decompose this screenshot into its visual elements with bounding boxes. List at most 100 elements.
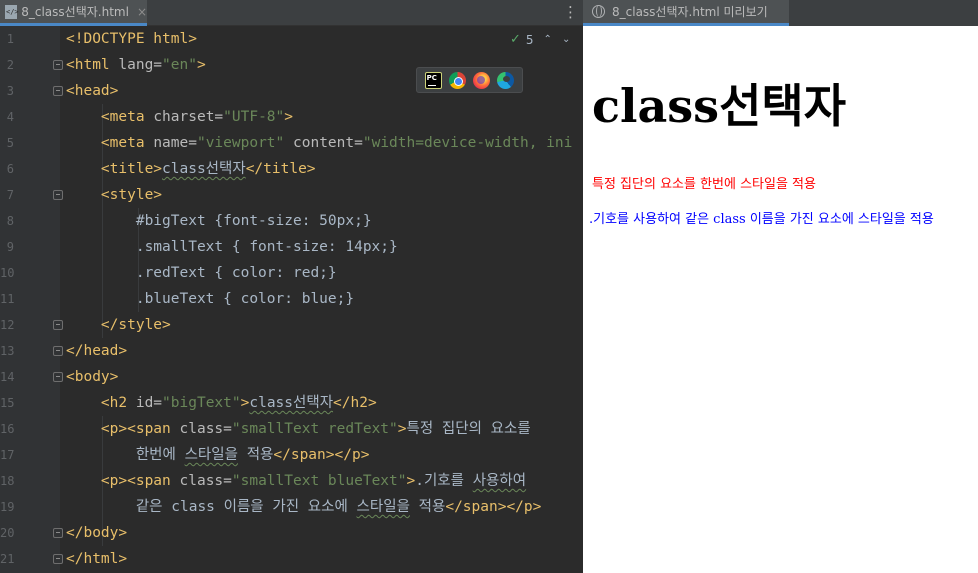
line-number: 8	[6, 214, 14, 228]
html-file-icon: </>	[5, 4, 19, 19]
code-editor-pane: </> 8_class선택자.html × ⋮ 1 2 3 4 5 6 7 8 …	[0, 0, 583, 573]
code-token: "smallText blueText"	[231, 473, 407, 489]
preview-red-text: 특정 집단의 요소를 한번에 스타일을 적용	[592, 177, 816, 192]
code-token: 적용	[237, 447, 274, 463]
code-line: <head>	[66, 78, 118, 104]
line-number: 16	[0, 422, 15, 436]
code-token: <h2	[100, 395, 136, 411]
code-token: lang=	[118, 57, 163, 73]
line-number: 1	[6, 32, 14, 46]
code-token: <!DOCTYPE html>	[66, 31, 197, 47]
line-number: 12	[0, 318, 15, 332]
code-token: "bigText"	[162, 395, 241, 411]
code-token: content=	[284, 135, 363, 151]
chevron-down-icon[interactable]: ⌄	[562, 34, 570, 45]
code-token: <head>	[66, 83, 119, 99]
line-number: 2	[6, 58, 14, 72]
chevron-up-icon[interactable]: ⌃	[544, 34, 552, 45]
code-line: </body>	[66, 520, 127, 546]
code-token: "en"	[162, 57, 197, 73]
code-line: .smallText { font-size: 14px;}	[66, 234, 398, 260]
code-line: <h2 id="bigText">class선택자</h2>	[66, 390, 377, 416]
inspection-count: 5	[525, 32, 534, 47]
line-number: 7	[6, 188, 14, 202]
edge-icon[interactable]	[497, 71, 515, 89]
code-token: <style>	[100, 187, 163, 203]
code-line: 같은 class 이름을 가진 요소에 스타일을 적용</span></p>	[66, 494, 542, 520]
firefox-icon[interactable]	[473, 71, 491, 89]
editor-tab-bar: </> 8_class선택자.html × ⋮	[0, 0, 583, 26]
code-token: <p><span	[100, 421, 180, 437]
line-number: 5	[6, 136, 14, 150]
code-token: class=	[179, 421, 232, 437]
line-number: 9	[6, 240, 14, 254]
code-line: <html lang="en">	[66, 52, 206, 78]
code-line: </html>	[66, 546, 127, 572]
preview-tab-label: 8_class선택자.html 미리보기	[612, 5, 768, 19]
code-line: .blueText { color: blue;}	[66, 286, 354, 312]
code-token: "viewport"	[196, 135, 285, 151]
preview-tab[interactable]: 8_class선택자.html 미리보기	[583, 0, 789, 26]
line-number: 3	[6, 84, 14, 98]
preview-heading: class선택자	[592, 79, 847, 133]
code-token: charset=	[153, 109, 224, 125]
line-number: 14	[0, 370, 15, 384]
code-token: </span></p>	[445, 499, 542, 515]
code-line: <p><span class="smallText blueText">.기호를…	[66, 468, 526, 494]
code-line: 한번에 스타일을 적용</span></p>	[66, 442, 370, 468]
line-number: 18	[0, 474, 15, 488]
code-token: .기호를	[415, 473, 473, 489]
code-line: .redText { color: red;}	[66, 260, 337, 286]
line-number-gutter: 1 2 3 4 5 6 7 8 9 10 11 12 13 14 15 16 1…	[0, 26, 63, 573]
code-token: <body>	[66, 369, 119, 385]
code-token: <meta	[100, 109, 154, 125]
pycharm-icon[interactable]: PC	[424, 71, 442, 89]
preview-content: class선택자 특정 집단의 요소를 한번에 스타일을 적용 .기호를 사용하…	[583, 26, 978, 573]
line-number: 17	[0, 448, 15, 462]
code-token: "width=device-width, ini	[362, 135, 573, 151]
code-token: <p><span	[100, 473, 180, 489]
code-token: <title>	[100, 161, 163, 177]
chrome-icon[interactable]	[448, 71, 466, 89]
code-token: </body>	[66, 525, 128, 541]
editor-tab-html-file[interactable]: </> 8_class선택자.html ×	[0, 0, 147, 26]
inspection-widget[interactable]: ✓ 5 ⌃ ⌄	[510, 32, 570, 47]
code-token: class선택자	[249, 395, 334, 411]
code-area[interactable]: <!DOCTYPE html> <html lang="en"> <head> …	[60, 26, 583, 573]
code-token: </html>	[66, 551, 128, 567]
preview-blue-text: .기호를 사용하여 같은 class 이름을 가진 요소에 스타일을 적용	[589, 212, 934, 227]
code-line: </head>	[66, 338, 127, 364]
code-token: class선택자	[162, 161, 246, 177]
code-token: .blueText { color: blue;}	[135, 291, 355, 307]
code-line: <style>	[66, 182, 162, 208]
code-token: >	[284, 109, 293, 125]
line-number: 21	[0, 552, 15, 566]
close-icon[interactable]: ×	[137, 5, 147, 19]
line-number: 10	[0, 266, 15, 280]
editor-tab-label: 8_class선택자.html	[21, 5, 129, 19]
code-line: <p><span class="smallText redText">특정 집단…	[66, 416, 531, 442]
code-token: class=	[179, 473, 232, 489]
code-token: 사용하여	[472, 473, 527, 489]
code-token: .redText { color: red;}	[135, 265, 337, 281]
code-token: </span></p>	[273, 447, 370, 463]
code-token: </title>	[245, 161, 316, 177]
code-token: 적용	[409, 499, 446, 515]
code-token: 한번에	[135, 447, 185, 463]
globe-icon	[592, 5, 605, 18]
code-token: <html	[66, 57, 119, 73]
code-token: 스타일을	[184, 447, 238, 463]
code-line: <meta charset="UTF-8">	[66, 104, 293, 130]
line-number: 20	[0, 526, 15, 540]
code-token: id=	[135, 395, 163, 411]
code-token: <meta	[100, 135, 154, 151]
browser-preview-toolbar: PC	[416, 67, 523, 93]
line-number: 15	[0, 396, 15, 410]
code-line: <body>	[66, 364, 118, 390]
preview-tab-bar: 8_class선택자.html 미리보기	[583, 0, 978, 26]
more-options-icon[interactable]: ⋮	[563, 3, 578, 21]
code-token: >	[406, 473, 416, 489]
code-token: .smallText { font-size: 14px;}	[135, 239, 398, 255]
line-number: 19	[0, 500, 15, 514]
code-token: >	[397, 421, 407, 437]
